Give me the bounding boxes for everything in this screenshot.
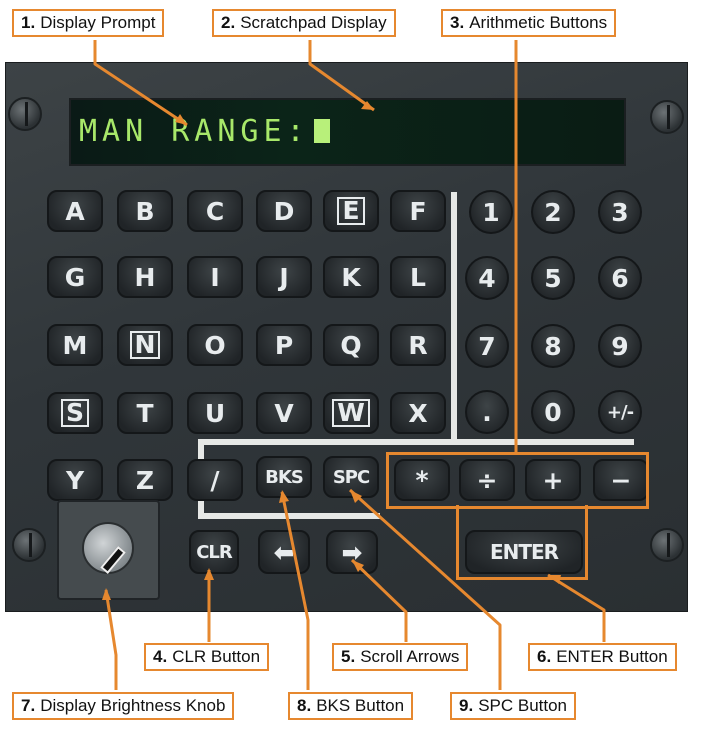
callout-enter-button: 6. ENTER Button <box>528 643 677 671</box>
leader-line <box>104 589 118 690</box>
leader-line <box>308 40 375 112</box>
callout-display-prompt: 1. Display Prompt <box>12 9 165 37</box>
leader-lines <box>93 40 606 690</box>
arrowhead-icon <box>204 568 214 580</box>
arrowhead-icon <box>548 575 561 584</box>
callout-brightness-knob: 7. Display Brightness Knob <box>12 692 235 720</box>
arrowhead-icon <box>102 588 111 600</box>
callout-clr-button: 4. CLR Button <box>144 643 270 671</box>
arrowhead-icon <box>279 490 289 503</box>
callout-scroll-arrows: 5. Scroll Arrows <box>332 643 469 671</box>
leader-line <box>547 573 606 642</box>
callout-bks-button: 8. BKS Button <box>288 692 414 720</box>
leader-line <box>350 558 408 642</box>
keypad-diagram: MAN RANGE: A B C D E F G H I J K L M N O… <box>0 0 703 731</box>
arrowhead-icon <box>175 114 187 125</box>
callout-arithmetic-buttons: 3. Arithmetic Buttons <box>441 9 617 37</box>
callout-scratchpad-display: 2. Scratchpad Display <box>212 9 396 37</box>
callout-spc-button: 9. SPC Button <box>450 692 577 720</box>
leader-line <box>93 40 188 127</box>
leader-line <box>280 491 310 690</box>
